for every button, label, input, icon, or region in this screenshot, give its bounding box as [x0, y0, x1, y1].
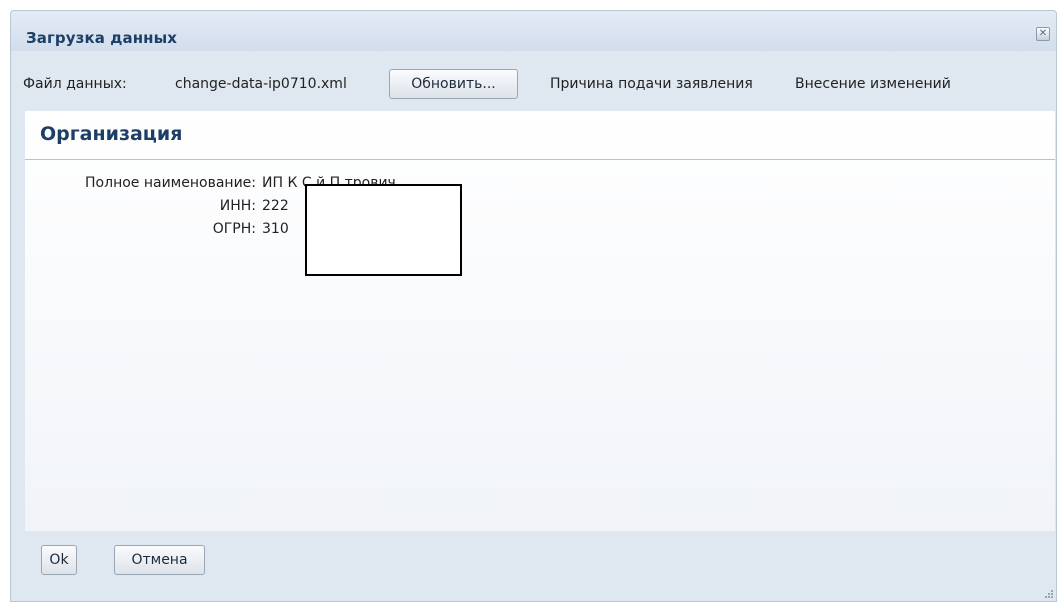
field-value: 222 [262, 198, 289, 214]
dialog-title: Загрузка данных [26, 29, 178, 47]
field-label: ИНН: [219, 198, 256, 214]
section-title: Организация [40, 123, 183, 145]
data-upload-dialog: Загрузка данных ✕ Файл данных: change-da… [10, 10, 1057, 602]
section-divider [25, 159, 1055, 160]
organization-panel: Организация Полное наименование: ИП К С … [25, 111, 1055, 531]
dialog-titlebar[interactable]: Загрузка данных ✕ [11, 11, 1056, 51]
resize-grip-icon[interactable] [1043, 588, 1053, 598]
field-value: 310 [262, 221, 289, 237]
file-name: change-data-ip0710.xml [175, 76, 347, 92]
close-icon[interactable]: ✕ [1036, 27, 1050, 41]
cancel-button[interactable]: Отмена [114, 545, 205, 575]
refresh-button[interactable]: Обновить... [389, 69, 518, 99]
reason-value: Внесение изменений [795, 76, 951, 92]
reason-label: Причина подачи заявления [550, 76, 753, 92]
field-label: ОГРН: [212, 221, 256, 237]
ok-button[interactable]: Ok [41, 545, 77, 575]
file-row: Файл данных: change-data-ip0710.xml Обно… [23, 69, 1056, 103]
redaction-box [305, 184, 462, 276]
file-label: Файл данных: [23, 76, 127, 92]
field-label: Полное наименование: [85, 175, 256, 191]
